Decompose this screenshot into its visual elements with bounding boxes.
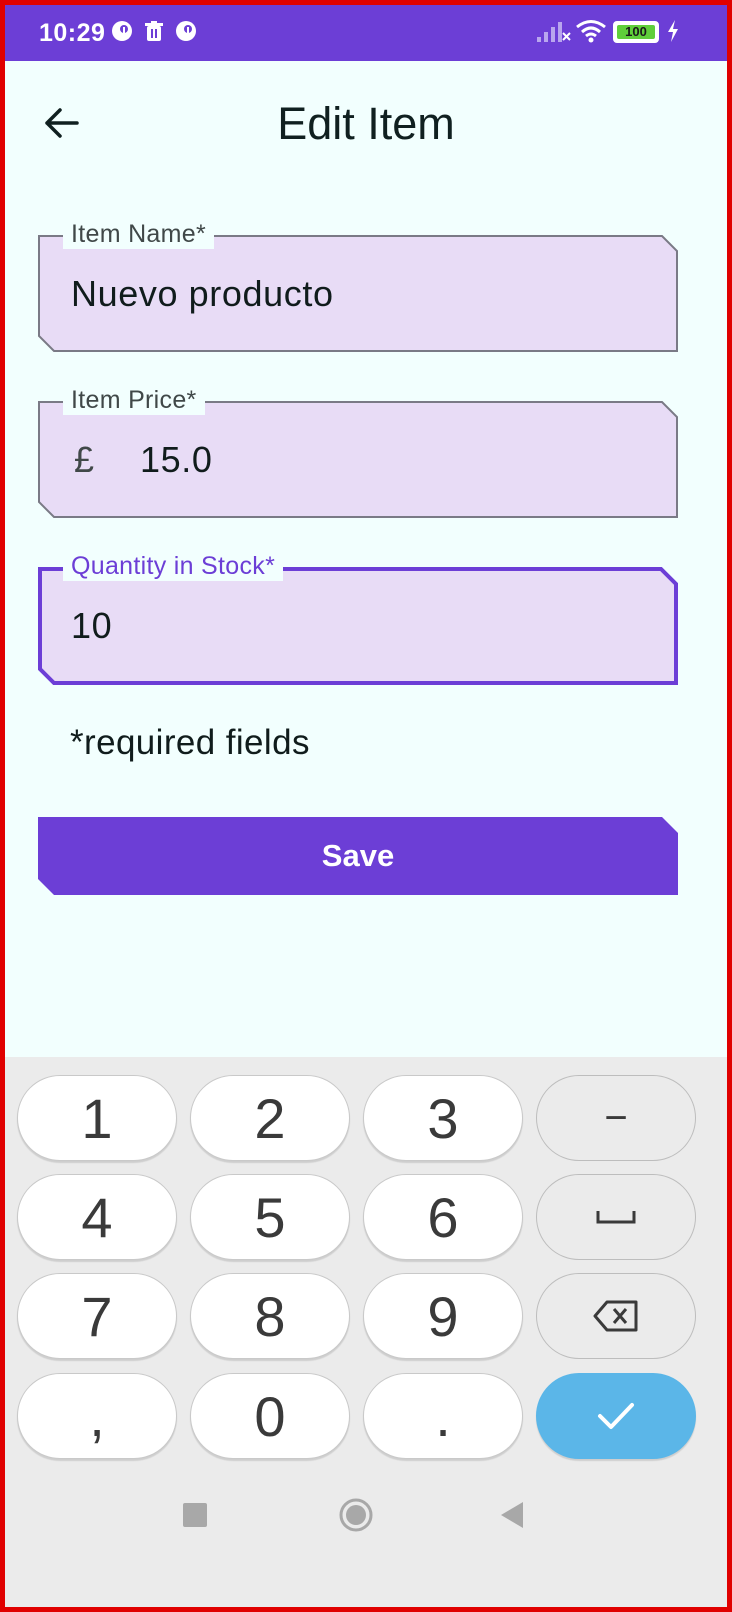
trash-icon bbox=[145, 21, 163, 41]
key-backspace[interactable] bbox=[536, 1273, 696, 1359]
key-9[interactable]: 9 bbox=[363, 1273, 523, 1359]
space-bar-icon bbox=[596, 1211, 636, 1224]
charging-icon bbox=[668, 20, 678, 42]
key-8[interactable]: 8 bbox=[190, 1273, 350, 1359]
status-time: 10:29 bbox=[39, 19, 106, 47]
save-button[interactable]: Save bbox=[38, 817, 678, 895]
key-enter[interactable] bbox=[536, 1373, 696, 1459]
key-1[interactable]: 1 bbox=[17, 1075, 177, 1161]
item-name-label: Item Name* bbox=[63, 219, 214, 249]
system-back-button[interactable] bbox=[499, 1501, 525, 1534]
wifi-icon bbox=[576, 20, 606, 43]
signal-icon bbox=[537, 22, 571, 42]
key-comma[interactable]: , bbox=[17, 1373, 177, 1459]
item-price-value: 15.0 bbox=[140, 439, 213, 480]
key-2[interactable]: 2 bbox=[190, 1075, 350, 1161]
status-bar: 10:29 100 bbox=[5, 5, 727, 61]
item-name-field[interactable]: Item Name* Nuevo producto bbox=[38, 219, 678, 353]
quantity-label: Quantity in Stock* bbox=[63, 551, 284, 581]
page-title: Edit Item bbox=[277, 98, 455, 149]
save-button-label: Save bbox=[321, 838, 395, 873]
app-notification-icon bbox=[112, 21, 132, 41]
square-icon bbox=[183, 1503, 207, 1527]
battery-icon: 100 bbox=[613, 21, 659, 43]
home-button[interactable] bbox=[338, 1497, 374, 1538]
backspace-icon bbox=[593, 1300, 638, 1332]
currency-prefix: £ bbox=[74, 439, 95, 480]
required-fields-note: *required fields bbox=[70, 723, 310, 762]
quantity-field[interactable]: Quantity in Stock* 10 bbox=[38, 551, 678, 685]
app-screen: 10:29 100 Edit Item Item Name* Nuevo pro… bbox=[5, 5, 727, 1607]
key-5[interactable]: 5 bbox=[190, 1174, 350, 1260]
recent-apps-button[interactable] bbox=[183, 1503, 207, 1532]
battery-level: 100 bbox=[617, 25, 655, 39]
key-3[interactable]: 3 bbox=[363, 1075, 523, 1161]
checkmark-icon bbox=[598, 1403, 634, 1429]
app-notification-icon-2 bbox=[176, 21, 196, 41]
item-name-value: Nuevo producto bbox=[71, 273, 334, 314]
triangle-back-icon bbox=[501, 1502, 523, 1528]
circle-home-icon bbox=[339, 1498, 373, 1532]
item-price-field[interactable]: Item Price* £ 15.0 bbox=[38, 385, 678, 519]
key-0[interactable]: 0 bbox=[190, 1373, 350, 1459]
key-period[interactable]: . bbox=[363, 1373, 523, 1459]
key-6[interactable]: 6 bbox=[363, 1174, 523, 1260]
quantity-value: 10 bbox=[71, 605, 113, 646]
item-price-label: Item Price* bbox=[63, 385, 205, 415]
key-minus[interactable]: − bbox=[536, 1075, 696, 1161]
key-7[interactable]: 7 bbox=[17, 1273, 177, 1359]
key-4[interactable]: 4 bbox=[17, 1174, 177, 1260]
key-space[interactable] bbox=[536, 1174, 696, 1260]
